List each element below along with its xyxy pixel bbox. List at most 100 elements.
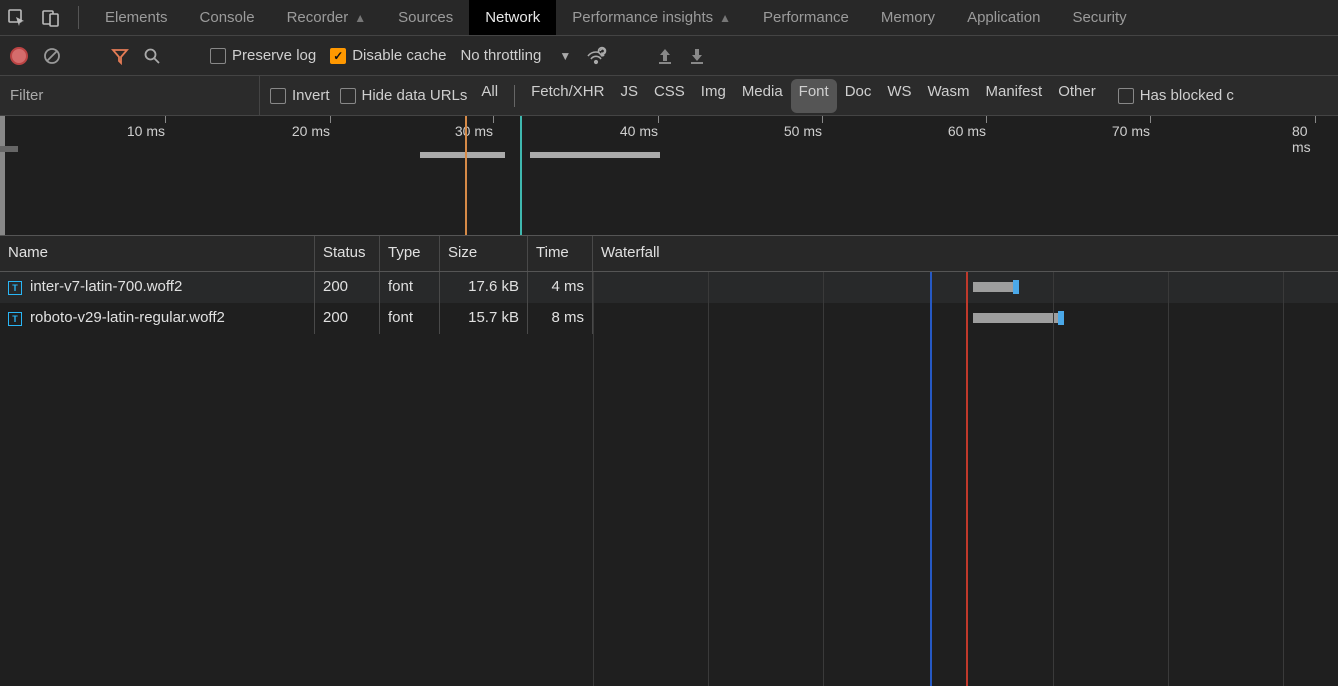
file-name: roboto-v29-latin-regular.woff2 (30, 309, 225, 326)
column-header-name[interactable]: Name (0, 236, 315, 271)
upload-har-icon[interactable] (656, 47, 674, 65)
tab-elements[interactable]: Elements (89, 0, 184, 35)
overview-label: 10 ms (127, 123, 165, 139)
resource-type-filters: All Fetch/XHR JS CSS Img Media Font Doc … (473, 79, 1103, 113)
overview-time-labels: 10 ms 20 ms 30 ms 40 ms 50 ms 60 ms 70 m… (0, 123, 1338, 143)
type-filter-other[interactable]: Other (1050, 79, 1104, 113)
cell-type: font (380, 303, 440, 334)
waterfall-load-line (966, 272, 968, 686)
clear-button[interactable] (42, 46, 62, 66)
font-file-icon: T (8, 312, 22, 326)
hide-data-urls-checkbox[interactable]: Hide data URLs (340, 87, 468, 104)
cell-size: 15.7 kB (440, 303, 528, 334)
column-header-size[interactable]: Size (440, 236, 528, 271)
disable-cache-checkbox[interactable]: ✓ Disable cache (330, 47, 446, 64)
overview-label: 70 ms (1112, 123, 1150, 139)
has-blocked-label: Has blocked c (1140, 87, 1234, 104)
network-overview-timeline[interactable]: 10 ms 20 ms 30 ms 40 ms 50 ms 60 ms 70 m… (0, 116, 1338, 236)
network-conditions-icon[interactable] (585, 45, 607, 67)
search-icon[interactable] (143, 47, 161, 65)
column-header-status[interactable]: Status (315, 236, 380, 271)
file-name: inter-v7-latin-700.woff2 (30, 278, 182, 295)
waterfall-content-download (1058, 311, 1064, 325)
download-har-icon[interactable] (688, 47, 706, 65)
network-table-header: Name Status Type Size Time Waterfall (0, 236, 1338, 272)
separator (514, 85, 515, 107)
pin-icon: ▲ (719, 11, 731, 25)
has-blocked-cookies-checkbox[interactable]: Has blocked c (1118, 87, 1234, 104)
cell-name: Tinter-v7-latin-700.woff2 (0, 272, 315, 303)
disable-cache-label: Disable cache (352, 47, 446, 64)
network-request-row[interactable]: Troboto-v29-latin-regular.woff2 200 font… (0, 303, 1338, 334)
hide-data-urls-label: Hide data URLs (362, 87, 468, 104)
preserve-log-label: Preserve log (232, 47, 316, 64)
overview-label: 20 ms (292, 123, 330, 139)
network-toolbar: Preserve log ✓ Disable cache No throttli… (0, 36, 1338, 76)
waterfall-content-download (1013, 280, 1019, 294)
waterfall-overlay (593, 272, 1338, 686)
tab-network[interactable]: Network (469, 0, 556, 35)
throttling-value: No throttling (460, 47, 541, 64)
tab-sources[interactable]: Sources (382, 0, 469, 35)
type-filter-media[interactable]: Media (734, 79, 791, 113)
filter-icon[interactable] (111, 47, 129, 65)
type-filter-all[interactable]: All (473, 79, 506, 113)
overview-dcl-marker (465, 116, 467, 235)
tab-recorder[interactable]: Recorder ▲ (271, 0, 383, 35)
tab-console[interactable]: Console (184, 0, 271, 35)
record-button[interactable] (10, 47, 28, 65)
column-header-waterfall[interactable]: Waterfall (593, 236, 1338, 271)
type-filter-js[interactable]: JS (612, 79, 646, 113)
tab-performance-insights[interactable]: Performance insights ▲ (556, 0, 747, 35)
invert-checkbox[interactable]: Invert (270, 87, 330, 104)
separator (78, 6, 79, 29)
overview-activity-bar (420, 152, 505, 158)
inspect-element-icon[interactable] (0, 0, 34, 35)
checkbox-checked-icon: ✓ (330, 48, 346, 64)
tab-label: Recorder (287, 9, 349, 26)
tab-security[interactable]: Security (1056, 0, 1142, 35)
column-header-type[interactable]: Type (380, 236, 440, 271)
cell-status: 200 (315, 272, 380, 303)
type-filter-wasm[interactable]: Wasm (920, 79, 978, 113)
network-request-row[interactable]: Tinter-v7-latin-700.woff2 200 font 17.6 … (0, 272, 1338, 303)
waterfall-bar (973, 313, 1058, 323)
overview-activity-bar (530, 152, 660, 158)
type-filter-ws[interactable]: WS (879, 79, 919, 113)
checkbox-icon (340, 88, 356, 104)
type-filter-font[interactable]: Font (791, 79, 837, 113)
type-filter-manifest[interactable]: Manifest (978, 79, 1051, 113)
cell-time: 8 ms (528, 303, 593, 334)
cell-time: 4 ms (528, 272, 593, 303)
waterfall-bar (973, 282, 1013, 292)
cell-waterfall (593, 272, 1338, 303)
tab-memory[interactable]: Memory (865, 0, 951, 35)
overview-label: 60 ms (948, 123, 986, 139)
tab-application[interactable]: Application (951, 0, 1056, 35)
throttling-dropdown[interactable]: No throttling ▼ (460, 47, 571, 64)
type-filter-fetchxhr[interactable]: Fetch/XHR (523, 79, 612, 113)
overview-label: 80 ms (1292, 123, 1315, 155)
tab-label: Performance insights (572, 9, 713, 26)
overview-label: 50 ms (784, 123, 822, 139)
overview-load-marker (520, 116, 522, 235)
cell-type: font (380, 272, 440, 303)
cell-size: 17.6 kB (440, 272, 528, 303)
filter-input[interactable] (0, 76, 260, 115)
network-filterbar: Invert Hide data URLs All Fetch/XHR JS C… (0, 76, 1338, 116)
pin-icon: ▲ (354, 11, 366, 25)
tab-performance[interactable]: Performance (747, 0, 865, 35)
preserve-log-checkbox[interactable]: Preserve log (210, 47, 316, 64)
type-filter-css[interactable]: CSS (646, 79, 693, 113)
cell-waterfall (593, 303, 1338, 334)
overview-label: 40 ms (620, 123, 658, 139)
checkbox-icon (1118, 88, 1134, 104)
column-header-time[interactable]: Time (528, 236, 593, 271)
invert-label: Invert (292, 87, 330, 104)
waterfall-dcl-line (930, 272, 932, 686)
device-toolbar-icon[interactable] (34, 0, 68, 35)
type-filter-doc[interactable]: Doc (837, 79, 880, 113)
font-file-icon: T (8, 281, 22, 295)
overview-activity-bar (0, 146, 18, 152)
type-filter-img[interactable]: Img (693, 79, 734, 113)
